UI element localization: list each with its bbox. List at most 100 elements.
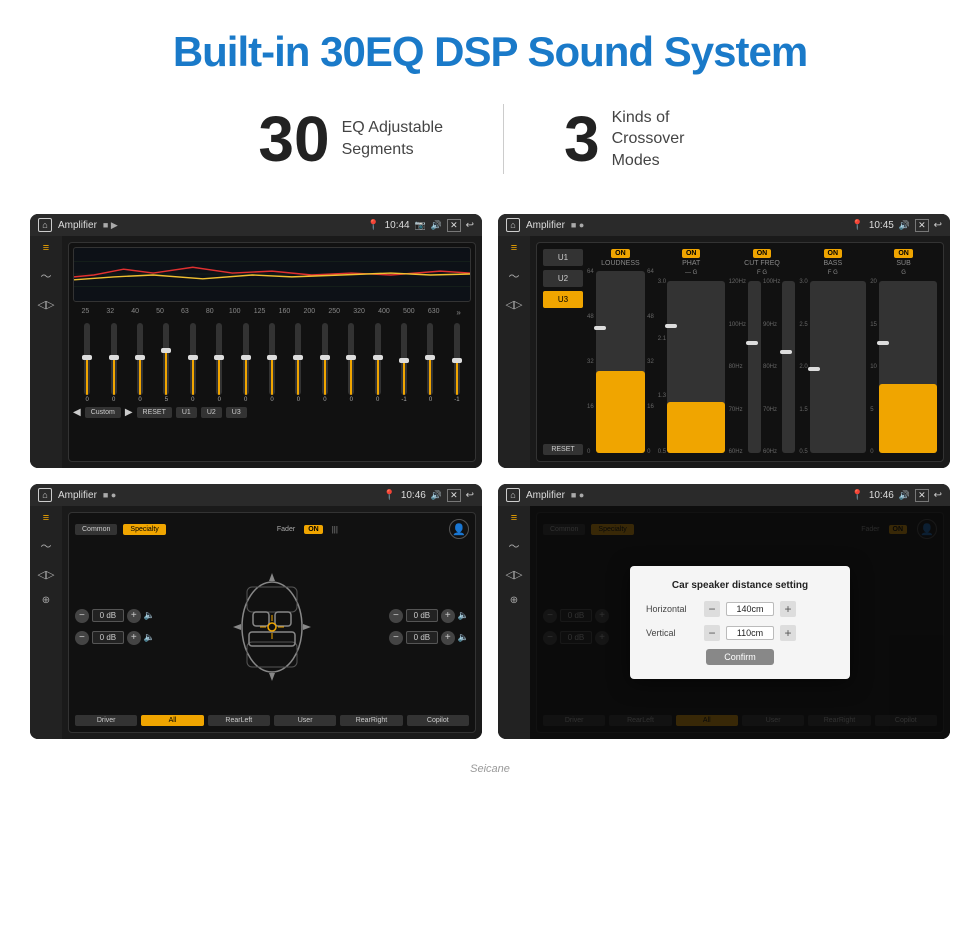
app-title-3: Amplifier (58, 490, 97, 501)
home-icon[interactable] (38, 218, 52, 232)
eq-slider-2: 0 (128, 323, 152, 403)
wave-icon[interactable]: 〜 (41, 268, 52, 284)
x-icon-4: ✕ (915, 489, 929, 502)
eq-slider-11: 0 (365, 323, 389, 403)
vol-minus-fr[interactable]: − (389, 609, 403, 623)
prev-icon[interactable]: ◀ (73, 407, 81, 418)
horizontal-row: Horizontal − 140cm + (646, 601, 834, 617)
vol-plus-rr[interactable]: + (441, 631, 455, 645)
specialty-tab[interactable]: Specialty (123, 524, 165, 535)
dsp-reset-btn[interactable]: RESET (543, 444, 583, 455)
common-tab[interactable]: Common (75, 524, 117, 535)
eq-icon[interactable]: ≡ (43, 242, 49, 254)
spec-container: Common Specialty Fader ON ||| 👤 − (68, 512, 476, 732)
vertical-plus[interactable]: + (780, 625, 796, 641)
eq-sliders: 0 0 (73, 323, 471, 403)
vertical-label: Vertical (646, 628, 698, 638)
back-icon-4[interactable]: ↩ (934, 490, 942, 501)
volume-icon-3: 🔊 (431, 490, 442, 501)
reset-button[interactable]: RESET (137, 407, 172, 418)
stat-crossover: 3 Kinds ofCrossover Modes (504, 107, 782, 172)
crossover-number: 3 (564, 107, 600, 171)
eq-slider-0: 0 (75, 323, 99, 403)
eq-icon-2[interactable]: ≡ (511, 242, 517, 254)
back-icon-1[interactable]: ↩ (466, 220, 474, 231)
wave-icon-3[interactable]: 〜 (41, 538, 52, 554)
app-title-2: Amplifier (526, 220, 565, 231)
time-4: 10:46 (869, 490, 894, 501)
eq-slider-9: 0 (313, 323, 337, 403)
u1-preset[interactable]: U1 (543, 249, 583, 266)
vol-plus-fl[interactable]: + (127, 609, 141, 623)
vol-minus-rr[interactable]: − (389, 631, 403, 645)
u1-button[interactable]: U1 (176, 407, 197, 418)
vol-display-fl: 0 dB (92, 609, 124, 622)
u3-preset[interactable]: U3 (543, 291, 583, 308)
u2-preset[interactable]: U2 (543, 270, 583, 287)
eq-slider-6: 0 (233, 323, 257, 403)
speaker-icon-fl: 🔈 (144, 610, 155, 621)
u2-button[interactable]: U2 (201, 407, 222, 418)
home-icon-3[interactable] (38, 488, 52, 502)
status-bar-1: Amplifier ■ ▶ 📍 10:44 📷 🔊 ✕ ↩ (30, 214, 482, 236)
loudness-toggle[interactable]: ON (611, 249, 630, 258)
cutfreq-channel: ON CUT FREQ F G 120Hz100Hz80Hz70Hz60Hz (729, 249, 796, 455)
vertical-minus[interactable]: − (704, 625, 720, 641)
vol-minus-fl[interactable]: − (75, 609, 89, 623)
wave-icon-2[interactable]: 〜 (509, 268, 520, 284)
eq-slider-7: 0 (260, 323, 284, 403)
spec-top-bar: Common Specialty Fader ON ||| 👤 (75, 519, 469, 539)
screen4-content: ≡ 〜 ◁▷ ⊕ Common Specialty Fader ON 👤 (498, 506, 950, 738)
fader-label: Fader (277, 526, 295, 533)
stats-section: 30 EQ AdjustableSegments 3 Kinds ofCross… (0, 94, 980, 204)
driver-button[interactable]: Driver (75, 715, 137, 726)
x-icon-1: ✕ (447, 219, 461, 232)
page-header: Built-in 30EQ DSP Sound System (0, 0, 980, 94)
rear-right-button[interactable]: RearRight (340, 715, 402, 726)
screen1-content: ≡ 〜 ◁▷ (30, 236, 482, 468)
x-icon-3: ✕ (447, 489, 461, 502)
next-icon[interactable]: ▶ (125, 407, 133, 418)
bt-icon-4[interactable]: ⊕ (510, 595, 518, 606)
vol-plus-fr[interactable]: + (441, 609, 455, 623)
horizontal-plus[interactable]: + (780, 601, 796, 617)
confirm-button[interactable]: Confirm (706, 649, 774, 665)
back-icon-2[interactable]: ↩ (934, 220, 942, 231)
vol-controls-left: − 0 dB + 🔈 − 0 dB + 🔈 (75, 609, 155, 645)
vol-row-rl: − 0 dB + 🔈 (75, 631, 155, 645)
bass-toggle[interactable]: ON (824, 249, 843, 258)
eq-slider-13: 0 (418, 323, 442, 403)
rear-left-button[interactable]: RearLeft (208, 715, 270, 726)
home-icon-2[interactable] (506, 218, 520, 232)
vol-minus-rl[interactable]: − (75, 631, 89, 645)
fader-toggle[interactable]: ON (304, 525, 323, 534)
vol-icon-3[interactable]: ◁▷ (38, 568, 55, 581)
vol-plus-rl[interactable]: + (127, 631, 141, 645)
all-button[interactable]: All (141, 715, 203, 726)
eq-icon-4[interactable]: ≡ (511, 512, 517, 524)
copilot-button[interactable]: Copilot (407, 715, 469, 726)
time-1: 10:44 (385, 220, 410, 231)
bt-icon-3[interactable]: ⊕ (42, 595, 50, 606)
sub-toggle[interactable]: ON (894, 249, 913, 258)
u3-button[interactable]: U3 (226, 407, 247, 418)
status-bar-4: Amplifier ■ ● 📍 10:46 🔊 ✕ ↩ (498, 484, 950, 506)
wave-icon-4[interactable]: 〜 (509, 538, 520, 554)
vol-icon-2[interactable]: ◁▷ (506, 298, 523, 311)
vol-icon-4[interactable]: ◁▷ (506, 568, 523, 581)
x-icon-2: ✕ (915, 219, 929, 232)
back-icon-3[interactable]: ↩ (466, 490, 474, 501)
eq-icon-3[interactable]: ≡ (43, 512, 49, 524)
vol-display-rl: 0 dB (92, 631, 124, 644)
dialog-confirm-area: Confirm (646, 649, 834, 665)
status-bar-3: Amplifier ■ ● 📍 10:46 🔊 ✕ ↩ (30, 484, 482, 506)
user-button[interactable]: User (274, 715, 336, 726)
eq-slider-12: -1 (392, 323, 416, 403)
horizontal-minus[interactable]: − (704, 601, 720, 617)
app-title-4: Amplifier (526, 490, 565, 501)
cutfreq-toggle[interactable]: ON (753, 249, 772, 258)
home-icon-4[interactable] (506, 488, 520, 502)
eq-slider-1: 0 (101, 323, 125, 403)
vol-icon[interactable]: ◁▷ (38, 298, 55, 311)
phat-toggle[interactable]: ON (682, 249, 701, 258)
